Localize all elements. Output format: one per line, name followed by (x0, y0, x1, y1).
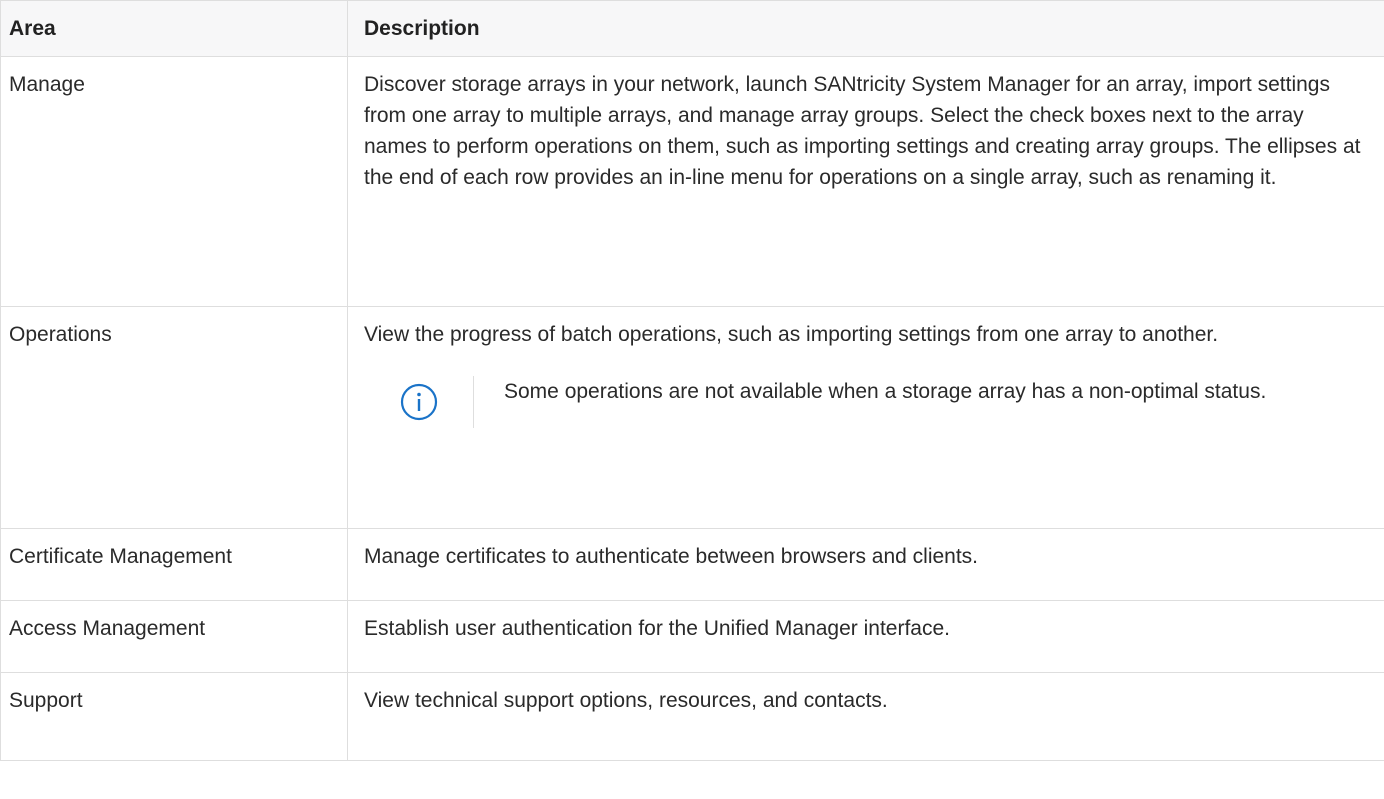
note-text: Some operations are not available when a… (504, 380, 1267, 403)
area-cell: Manage (0, 56, 348, 307)
table-row-access-management: Access Management Establish user authent… (0, 600, 1384, 673)
area-cell: Certificate Management (0, 528, 348, 601)
table-row-operations: Operations View the progress of batch op… (0, 306, 1384, 529)
column-header-description: Description (347, 0, 1384, 57)
info-note: Some operations are not available when a… (364, 376, 1368, 428)
area-cell: Access Management (0, 600, 348, 673)
description-cell: Establish user authentication for the Un… (347, 600, 1384, 673)
table-row-manage: Manage Discover storage arrays in your n… (0, 56, 1384, 307)
area-cell: Operations (0, 306, 348, 529)
description-cell: View the progress of batch operations, s… (347, 306, 1384, 529)
description-text: View the progress of batch operations, s… (364, 323, 1219, 346)
description-cell: Manage certificates to authenticate betw… (347, 528, 1384, 601)
note-icon-container (364, 376, 474, 428)
description-text: Establish user authentication for the Un… (364, 617, 951, 640)
description-text: Manage certificates to authenticate betw… (364, 545, 979, 568)
description-text: Discover storage arrays in your network,… (364, 73, 1361, 189)
table-row-support: Support View technical support options, … (0, 672, 1384, 761)
description-cell: Discover storage arrays in your network,… (347, 56, 1384, 307)
table-row-certificate-management: Certificate Management Manage certificat… (0, 528, 1384, 601)
description-cell: View technical support options, resource… (347, 672, 1384, 761)
column-header-area: Area (0, 0, 348, 57)
table-header-row: Area Description (0, 0, 1384, 57)
area-cell: Support (0, 672, 348, 761)
description-text: View technical support options, resource… (364, 689, 888, 712)
info-icon (400, 383, 437, 421)
area-description-table: Area Description Manage Discover storage… (0, 0, 1384, 761)
